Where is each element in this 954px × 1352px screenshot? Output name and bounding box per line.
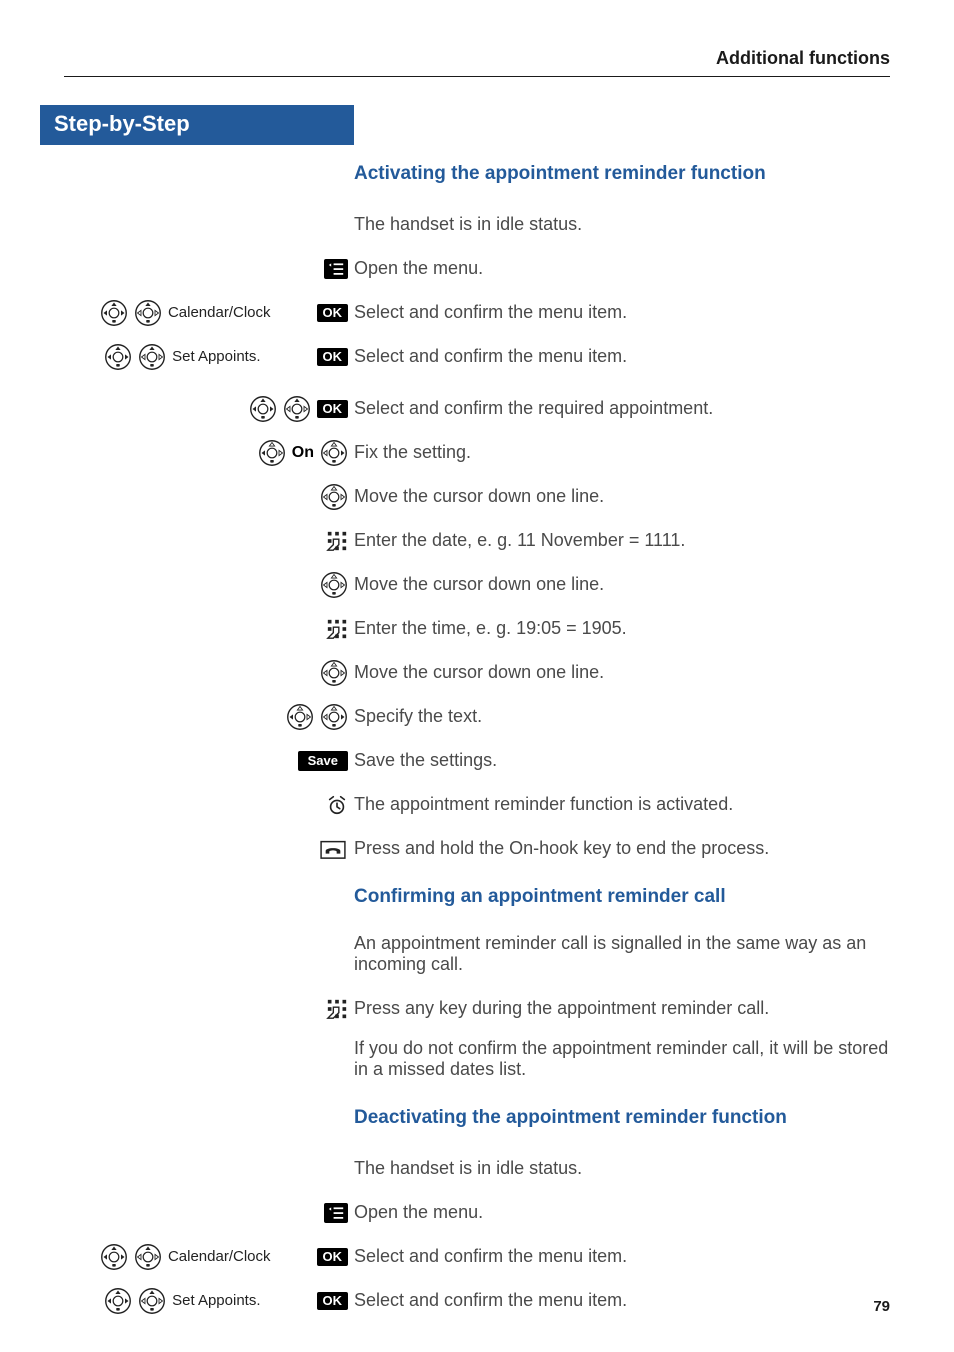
nav-up-icon: [138, 343, 166, 371]
text-fix-setting: Fix the setting.: [354, 442, 890, 464]
text-open-menu-1: Open the menu.: [354, 258, 890, 280]
nav-down-icon: [100, 299, 128, 327]
nav-up-icon: [138, 1287, 166, 1315]
text-press-any-key: Press any key during the appointment rem…: [354, 998, 890, 1020]
nav-up-icon: [134, 1243, 162, 1271]
text-specify-text: Specify the text.: [354, 706, 890, 728]
menu-set-appoints-1: Set Appoints.: [172, 348, 260, 366]
nav-down-icon: [249, 395, 277, 423]
nav-down-icon: [104, 343, 132, 371]
text-end-process: Press and hold the On-hook key to end th…: [354, 838, 890, 860]
menu-calendar-clock-1: Calendar/Clock: [168, 304, 271, 322]
text-cursor-down-2: Move the cursor down one line.: [354, 574, 890, 596]
text-enter-time: Enter the time, e. g. 19:05 = 1905.: [354, 618, 890, 640]
menu-calendar-clock-2: Calendar/Clock: [168, 1248, 271, 1266]
heading-activating: Activating the appointment reminder func…: [354, 163, 890, 186]
nav-left-icon: [258, 439, 286, 467]
nav-up-icon: [283, 395, 311, 423]
nav-up-icon: [134, 299, 162, 327]
text-cursor-down-1: Move the cursor down one line.: [354, 486, 890, 508]
nav-down-icon: [320, 571, 348, 599]
onhook-key-icon: [318, 838, 348, 860]
text-select-confirm-1: Select and confirm the menu item.: [354, 302, 890, 324]
heading-deactivating: Deactivating the appointment reminder fu…: [354, 1107, 890, 1130]
keypad-icon: [326, 618, 348, 640]
keypad-icon: [326, 998, 348, 1020]
page-header: Additional functions: [64, 48, 890, 77]
ok-badge: OK: [317, 400, 349, 418]
ok-badge: OK: [317, 1292, 349, 1310]
text-select-confirm-2: Select and confirm the menu item.: [354, 346, 890, 368]
text-idle-1: The handset is in idle status.: [354, 214, 890, 236]
text-select-appointment: Select and confirm the required appointm…: [354, 398, 890, 420]
ok-badge: OK: [317, 304, 349, 322]
nav-down-icon: [320, 483, 348, 511]
alarm-icon: [326, 794, 348, 816]
nav-left-icon: [286, 703, 314, 731]
heading-confirming: Confirming an appointment reminder call: [354, 886, 890, 909]
nav-right-icon: [320, 703, 348, 731]
text-save-settings: Save the settings.: [354, 750, 890, 772]
menu-set-appoints-2: Set Appoints.: [172, 1292, 260, 1310]
menu-icon: [324, 1203, 348, 1223]
text-select-confirm-4: Select and confirm the menu item.: [354, 1290, 890, 1312]
text-signalled: An appointment reminder call is signalle…: [354, 933, 890, 976]
text-activated: The appointment reminder function is act…: [354, 794, 890, 816]
ok-badge: OK: [317, 1248, 349, 1266]
text-enter-date: Enter the date, e. g. 11 November = 1111…: [354, 530, 890, 552]
menu-icon: [324, 259, 348, 279]
text-idle-2: The handset is in idle status.: [354, 1158, 890, 1180]
nav-right-icon: [320, 439, 348, 467]
nav-down-icon: [104, 1287, 132, 1315]
text-missed-dates: If you do not confirm the appointment re…: [354, 1038, 890, 1081]
on-label: On: [292, 443, 314, 462]
page-number: 79: [873, 1298, 890, 1316]
ok-badge: OK: [317, 348, 349, 366]
save-badge: Save: [298, 751, 348, 771]
text-cursor-down-3: Move the cursor down one line.: [354, 662, 890, 684]
nav-down-icon: [100, 1243, 128, 1271]
keypad-icon: [326, 530, 348, 552]
text-select-confirm-3: Select and confirm the menu item.: [354, 1246, 890, 1268]
text-open-menu-2: Open the menu.: [354, 1202, 890, 1224]
step-banner: Step-by-Step: [40, 105, 354, 145]
nav-down-icon: [320, 659, 348, 687]
